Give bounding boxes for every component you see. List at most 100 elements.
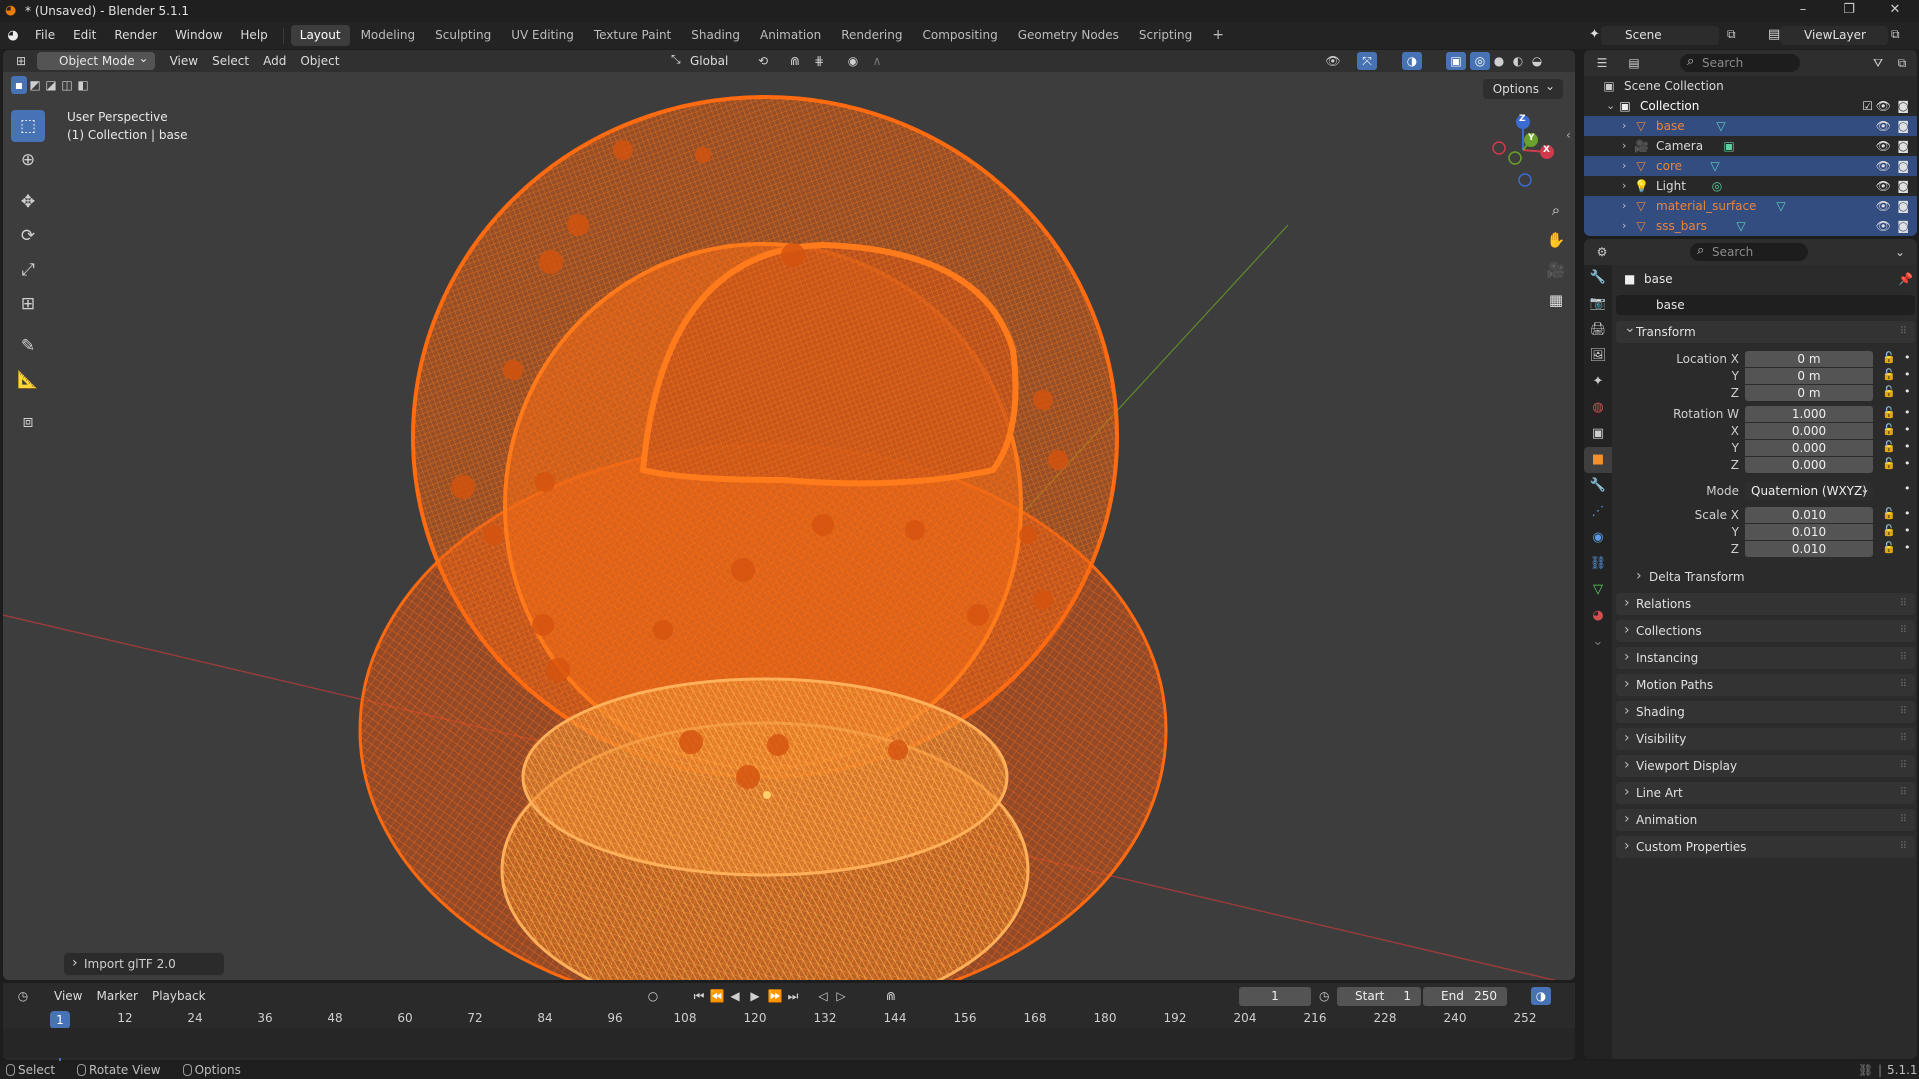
gizmo-toggle-icon[interactable]: ⤧: [1357, 52, 1377, 70]
tab-geometry-nodes[interactable]: Geometry Nodes: [1009, 25, 1128, 46]
tab-uv-editing[interactable]: UV Editing: [502, 25, 583, 46]
play-icon[interactable]: ▶: [745, 987, 765, 1005]
pivot-point-icon[interactable]: ⟲: [753, 52, 773, 70]
rotate-tool-icon[interactable]: ⟳: [11, 220, 45, 252]
expand-chevron-icon[interactable]: ›: [1622, 156, 1626, 176]
blender-menu-icon[interactable]: ◕: [0, 28, 26, 43]
render-camera-icon[interactable]: ◙: [1897, 196, 1909, 216]
xray-toggle-icon[interactable]: ▣: [1446, 52, 1466, 70]
snapping-icon[interactable]: ⋒: [881, 987, 901, 1005]
visibility-eye-icon[interactable]: 👁: [1876, 156, 1891, 176]
render-camera-icon[interactable]: ◙: [1897, 176, 1909, 196]
outliner-editor-type-icon[interactable]: ☰: [1592, 54, 1612, 72]
keyframe-dot-icon[interactable]: •: [1904, 385, 1911, 398]
physics-tab-icon[interactable]: ◉: [1584, 525, 1612, 551]
world-tab-icon[interactable]: ◍: [1584, 395, 1612, 421]
timeline-menu-playback[interactable]: Playback: [145, 986, 213, 1006]
properties-editor-type-icon[interactable]: ⚙: [1592, 243, 1612, 261]
menu-help[interactable]: Help: [231, 22, 276, 49]
proportional-edit-icon[interactable]: ◉: [843, 52, 863, 70]
render-camera-icon[interactable]: ◙: [1897, 136, 1909, 156]
perspective-grid-icon[interactable]: ▦: [1543, 287, 1569, 313]
3d-viewport[interactable]: ⊞ Object Mode View Select Add Object ⤡ G…: [3, 50, 1575, 980]
select-new-icon[interactable]: ▪: [11, 76, 27, 94]
minimize-button[interactable]: –: [1780, 0, 1826, 22]
expand-chevron-icon[interactable]: ›: [1622, 196, 1626, 216]
scale-tool-icon[interactable]: ⤢: [11, 254, 45, 286]
lock-icon[interactable]: 🔓: [1882, 385, 1896, 398]
visibility-eye-icon[interactable]: 👁: [1876, 116, 1891, 136]
camera-view-icon[interactable]: 🎥: [1543, 257, 1569, 283]
keyframe-dot-icon[interactable]: •: [1904, 541, 1911, 554]
menu-window[interactable]: Window: [166, 22, 231, 49]
solid-shading-icon[interactable]: ●: [1489, 52, 1509, 70]
output-tab-icon[interactable]: 🖨: [1584, 317, 1612, 343]
visibility-eye-icon[interactable]: 👁: [1876, 216, 1891, 236]
outliner-item-sss-bars[interactable]: › ▽ sss_bars ▽ 👁 ◙: [1584, 216, 1917, 236]
wireframe-shading-icon[interactable]: ◎: [1470, 52, 1490, 70]
keyframe-dot-icon[interactable]: •: [1904, 457, 1911, 470]
view-layer-icon[interactable]: ▤: [1768, 27, 1780, 42]
playhead-frame-badge[interactable]: 1: [50, 1011, 70, 1029]
scale-z-field[interactable]: 0.010: [1745, 541, 1873, 557]
panel-custom-properties[interactable]: Custom Properties: [1616, 835, 1915, 858]
expand-chevron-icon[interactable]: ›: [1622, 216, 1626, 236]
transform-orientation-dropdown[interactable]: Global: [683, 51, 735, 71]
location-z-field[interactable]: 0 m: [1745, 385, 1873, 401]
jump-start-icon[interactable]: ⏮: [689, 987, 709, 1005]
collection-tab-icon[interactable]: ▣: [1584, 421, 1612, 447]
editor-type-icon[interactable]: ⊞: [11, 52, 31, 70]
frame-ruler[interactable]: 1 12 24 36 48 60 72 84 96 108 120 132 14…: [3, 1010, 1575, 1065]
keyframe-dot-icon[interactable]: •: [1904, 482, 1911, 495]
view-layer-selector[interactable]: ViewLayer: [1780, 26, 1888, 45]
pin-icon[interactable]: 📌: [1898, 265, 1913, 293]
render-camera-icon[interactable]: ◙: [1897, 216, 1909, 236]
menu-select[interactable]: Select: [205, 51, 256, 71]
transform-tool-icon[interactable]: ⊞: [11, 288, 45, 320]
add-workspace-icon[interactable]: +: [1203, 25, 1233, 46]
scale-x-field[interactable]: 0.010: [1745, 507, 1873, 523]
material-shading-icon[interactable]: ◐: [1508, 52, 1528, 70]
transform-panel-header[interactable]: Transform: [1616, 317, 1915, 343]
new-collection-icon[interactable]: ⧉: [1892, 54, 1912, 72]
mode-dropdown[interactable]: Object Mode: [37, 50, 155, 70]
exclude-checkbox-icon[interactable]: ☑: [1862, 96, 1873, 116]
tab-shading[interactable]: Shading: [682, 25, 749, 46]
close-button[interactable]: ✕: [1872, 0, 1918, 22]
keyframe-dot-icon[interactable]: •: [1904, 440, 1911, 453]
render-camera-icon[interactable]: ◙: [1897, 156, 1909, 176]
menu-file[interactable]: File: [26, 22, 64, 49]
keyframe-dot-icon[interactable]: •: [1904, 524, 1911, 537]
snap-icon[interactable]: ⋒: [785, 52, 805, 70]
expand-chevron-icon[interactable]: ›: [1622, 176, 1626, 196]
tab-animation[interactable]: Animation: [751, 25, 830, 46]
render-camera-icon[interactable]: ◙: [1897, 116, 1909, 136]
overlay-toggle-icon[interactable]: ◑: [1402, 52, 1422, 70]
object-tab-icon[interactable]: ■: [1584, 447, 1612, 473]
cursor-tool-icon[interactable]: ⊕: [11, 144, 45, 176]
menu-add[interactable]: Add: [256, 51, 293, 71]
tabs-more-icon[interactable]: ⌄: [1584, 629, 1612, 655]
filter-icon[interactable]: ⛛: [1868, 54, 1888, 72]
tab-texture-paint[interactable]: Texture Paint: [585, 25, 680, 46]
sidebar-toggle-icon[interactable]: ‹: [1566, 128, 1571, 142]
annotate-tool-icon[interactable]: ✎: [11, 330, 45, 362]
view-layer-tab-icon[interactable]: 🖼: [1584, 343, 1612, 369]
panel-motion-paths[interactable]: Motion Paths: [1616, 673, 1915, 696]
rotation-z-field[interactable]: 0.000: [1745, 457, 1873, 473]
rotation-w-field[interactable]: 1.000: [1745, 406, 1873, 422]
keyframe-next-icon[interactable]: ▷: [831, 987, 851, 1005]
tab-sculpting[interactable]: Sculpting: [426, 25, 500, 46]
scene-selector[interactable]: Scene: [1601, 26, 1719, 45]
new-scene-icon[interactable]: ⧉: [1727, 27, 1736, 42]
select-intersect-icon[interactable]: ◧: [75, 76, 91, 94]
current-frame-field[interactable]: 1: [1239, 987, 1311, 1006]
move-tool-icon[interactable]: ✥: [11, 186, 45, 218]
visibility-eye-icon[interactable]: 👁: [1876, 136, 1891, 156]
delta-transform-subpanel[interactable]: Delta Transform: [1616, 565, 1915, 588]
panel-line-art[interactable]: Line Art: [1616, 781, 1915, 804]
timeline-editor-type-icon[interactable]: ◷: [13, 987, 33, 1005]
select-extend-icon[interactable]: ◩: [27, 76, 43, 94]
scene-icon[interactable]: ✦: [1589, 27, 1600, 42]
outliner-item-camera[interactable]: › 🎥 Camera ▣ 👁 ◙: [1584, 136, 1917, 156]
